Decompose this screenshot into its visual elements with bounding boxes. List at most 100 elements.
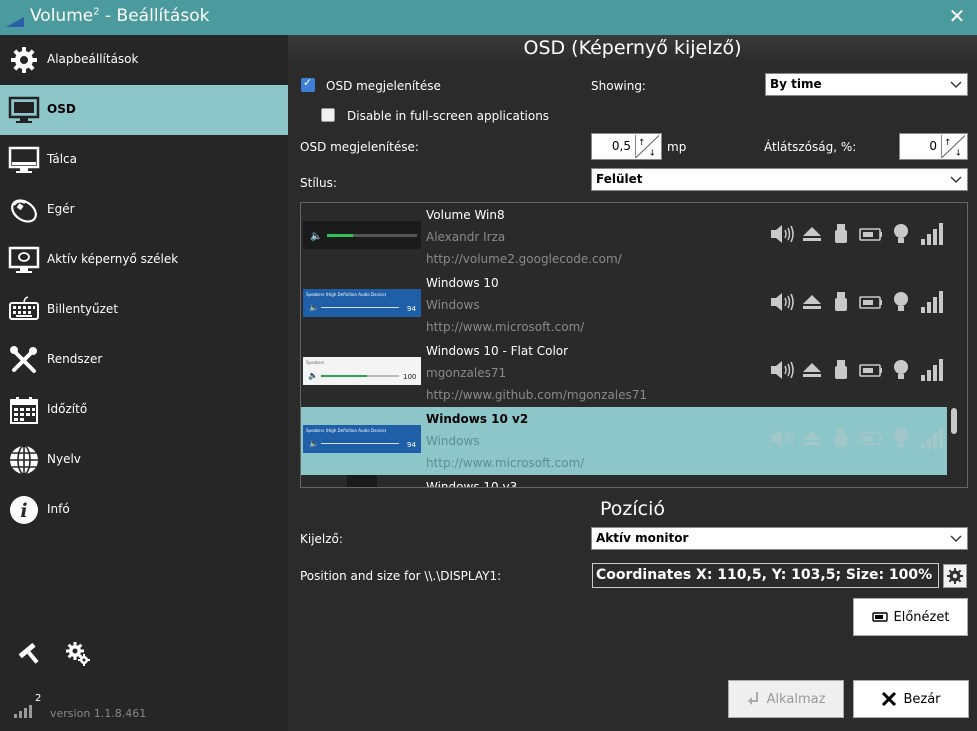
close-window-button[interactable]: ✕	[947, 6, 967, 26]
mouse-icon	[8, 194, 40, 226]
coordinates-field[interactable]: Coordinates X: 110,5, Y: 103,5; Size: 10…	[592, 563, 939, 588]
sidebar-item-talca[interactable]: Tálca	[0, 135, 288, 185]
keyboard-icon	[8, 294, 40, 326]
skin-name: Windows 10 - Flat Color	[426, 344, 569, 358]
sidebar-item-label: Billentyűzet	[47, 302, 119, 316]
opacity-value: 0	[929, 139, 937, 153]
osd-duration-value: 0,5	[611, 139, 631, 153]
skin-list-item-selected[interactable]: Speakers (High Definition Audio Device) …	[301, 407, 947, 475]
svg-text:94: 94	[407, 441, 416, 449]
style-select-value: Felület	[596, 172, 643, 186]
preview-button-label: Előnézet	[893, 609, 950, 625]
apply-icon	[747, 692, 758, 705]
skin-supported-icons	[770, 358, 944, 382]
position-settings-button[interactable]	[943, 564, 967, 588]
sidebar-item-label: Alapbeállítások	[47, 52, 139, 66]
sidebar-item-nyelv[interactable]: Nyelv	[0, 435, 288, 485]
showing-select-value: By time	[770, 77, 822, 91]
skin-list-item[interactable]: 🔈 Volume Win8 Alexandr Irza http://volum…	[301, 203, 947, 271]
globe-icon	[8, 444, 40, 476]
showing-select[interactable]: By time	[765, 73, 968, 96]
svg-text:Speakers: Speakers	[306, 360, 324, 365]
sidebar-item-alapbeallitasok[interactable]: Alapbeállítások	[0, 35, 288, 85]
apply-button-label: Alkalmaz	[766, 691, 826, 707]
info-icon: i	[8, 494, 40, 526]
svg-text:🔈: 🔈	[309, 303, 319, 312]
disable-fullscreen-label: Disable in full-screen applications	[347, 109, 550, 123]
display-select[interactable]: Aktív monitor	[591, 527, 968, 550]
svg-text:🔈: 🔈	[308, 371, 318, 380]
window-title: Volume2 - Beállítások	[30, 6, 210, 26]
showing-label: Showing:	[591, 79, 646, 93]
sidebar-item-aktiv-kepernyo-szelek[interactable]: Aktív képernyő szélek	[0, 235, 288, 285]
skin-name: Windows 10 v2	[426, 412, 529, 426]
svg-text:Speakers (High Definition Audi: Speakers (High Definition Audio Device)	[306, 428, 387, 433]
preview-button[interactable]: Előnézet	[853, 598, 968, 636]
osd-duration-unit: mp	[667, 140, 687, 154]
sidebar-item-rendszer[interactable]: Rendszer	[0, 335, 288, 385]
sidebar-item-label: Rendszer	[47, 352, 103, 366]
version-text: version 1.1.8.461	[50, 707, 147, 720]
skin-list[interactable]: 🔈 Volume Win8 Alexandr Irza http://volum…	[300, 202, 968, 488]
skin-name: Windows 10 v3	[426, 480, 518, 488]
list-scrollbar-thumb[interactable]	[951, 408, 957, 434]
gear-icon	[947, 568, 963, 584]
skin-list-item[interactable]: Speakers 🔈 100 Windows 10 - Flat Color m…	[301, 339, 947, 407]
position-section-title: Pozíció	[599, 498, 665, 520]
osd-section-title: OSD (Képernyő kijelző)	[523, 37, 742, 59]
svg-text:🔈: 🔈	[309, 439, 319, 448]
sidebar-item-eger[interactable]: Egér	[0, 185, 288, 235]
svg-text:↓: ↓	[649, 149, 656, 158]
svg-text:↓: ↓	[955, 149, 962, 158]
style-label: Stílus:	[300, 176, 337, 190]
tools-icon	[8, 344, 40, 376]
brush-tool-icon[interactable]	[17, 641, 43, 667]
apply-button[interactable]: Alkalmaz	[728, 680, 844, 718]
app-volume-icon	[6, 17, 24, 27]
svg-text:Speakers (High Definition Audi: Speakers (High Definition Audio Device)	[306, 292, 387, 297]
monitor-icon	[8, 94, 40, 126]
svg-text:↑: ↑	[638, 138, 645, 148]
sidebar-item-label: OSD	[47, 102, 76, 116]
gear-icon	[8, 44, 40, 76]
style-select[interactable]: Felület	[591, 168, 968, 191]
opacity-spinner[interactable]: 0 ↑ ↓	[899, 133, 968, 160]
skin-list-item[interactable]: Speakers (High Definition Audio Device) …	[301, 271, 947, 339]
sidebar-item-label: Infó	[47, 502, 70, 516]
svg-text:🔈: 🔈	[310, 231, 322, 242]
osd-duration-label: OSD megjelenítése:	[300, 140, 419, 154]
version-badge: 2	[35, 693, 42, 704]
osd-duration-spinner[interactable]: 0,5 ↑ ↓	[591, 133, 662, 160]
advanced-settings-icon[interactable]	[65, 641, 91, 667]
show-osd-checkbox[interactable]	[301, 76, 315, 92]
sidebar-item-idozito[interactable]: Időzítő	[0, 385, 288, 435]
skin-preview-thumbnail: 🔈	[303, 221, 421, 249]
svg-text:↑: ↑	[944, 138, 951, 148]
sidebar-item-label: Tálca	[47, 152, 77, 166]
sidebar-item-info[interactable]: i Infó	[0, 485, 288, 535]
sidebar-item-billentyuzet[interactable]: Billentyűzet	[0, 285, 288, 335]
calendar-icon	[8, 394, 40, 426]
skin-url: http://www.microsoft.com/	[426, 320, 585, 334]
display-select-value: Aktív monitor	[596, 531, 689, 545]
chevron-down-icon	[950, 535, 962, 542]
display-label: Kijelző:	[300, 532, 343, 546]
skin-name: Volume Win8	[426, 208, 505, 222]
svg-text:100: 100	[403, 373, 416, 381]
skin-supported-icons	[770, 426, 944, 450]
close-button[interactable]: Bezár	[853, 680, 969, 718]
show-osd-label: OSD megjelenítése	[326, 79, 441, 93]
sidebar-item-osd[interactable]: OSD	[0, 85, 288, 135]
skin-supported-icons	[770, 222, 944, 246]
sidebar-item-label: Egér	[47, 202, 75, 216]
skin-preview-thumbnail: Speakers (High Definition Audio Device) …	[303, 289, 421, 317]
skin-url: http://volume2.googlecode.com/	[426, 252, 622, 266]
svg-text:94: 94	[407, 305, 416, 313]
spin-arrows-icon: ↑↓	[941, 135, 965, 158]
opacity-label: Átlátszóság, %:	[764, 140, 857, 154]
skin-author: Windows	[426, 434, 480, 448]
skin-list-item[interactable]: Windows 10 v3	[301, 475, 947, 488]
close-icon	[882, 691, 897, 707]
disable-fullscreen-checkbox[interactable]	[321, 108, 335, 122]
sidebar-item-label: Nyelv	[47, 452, 81, 466]
